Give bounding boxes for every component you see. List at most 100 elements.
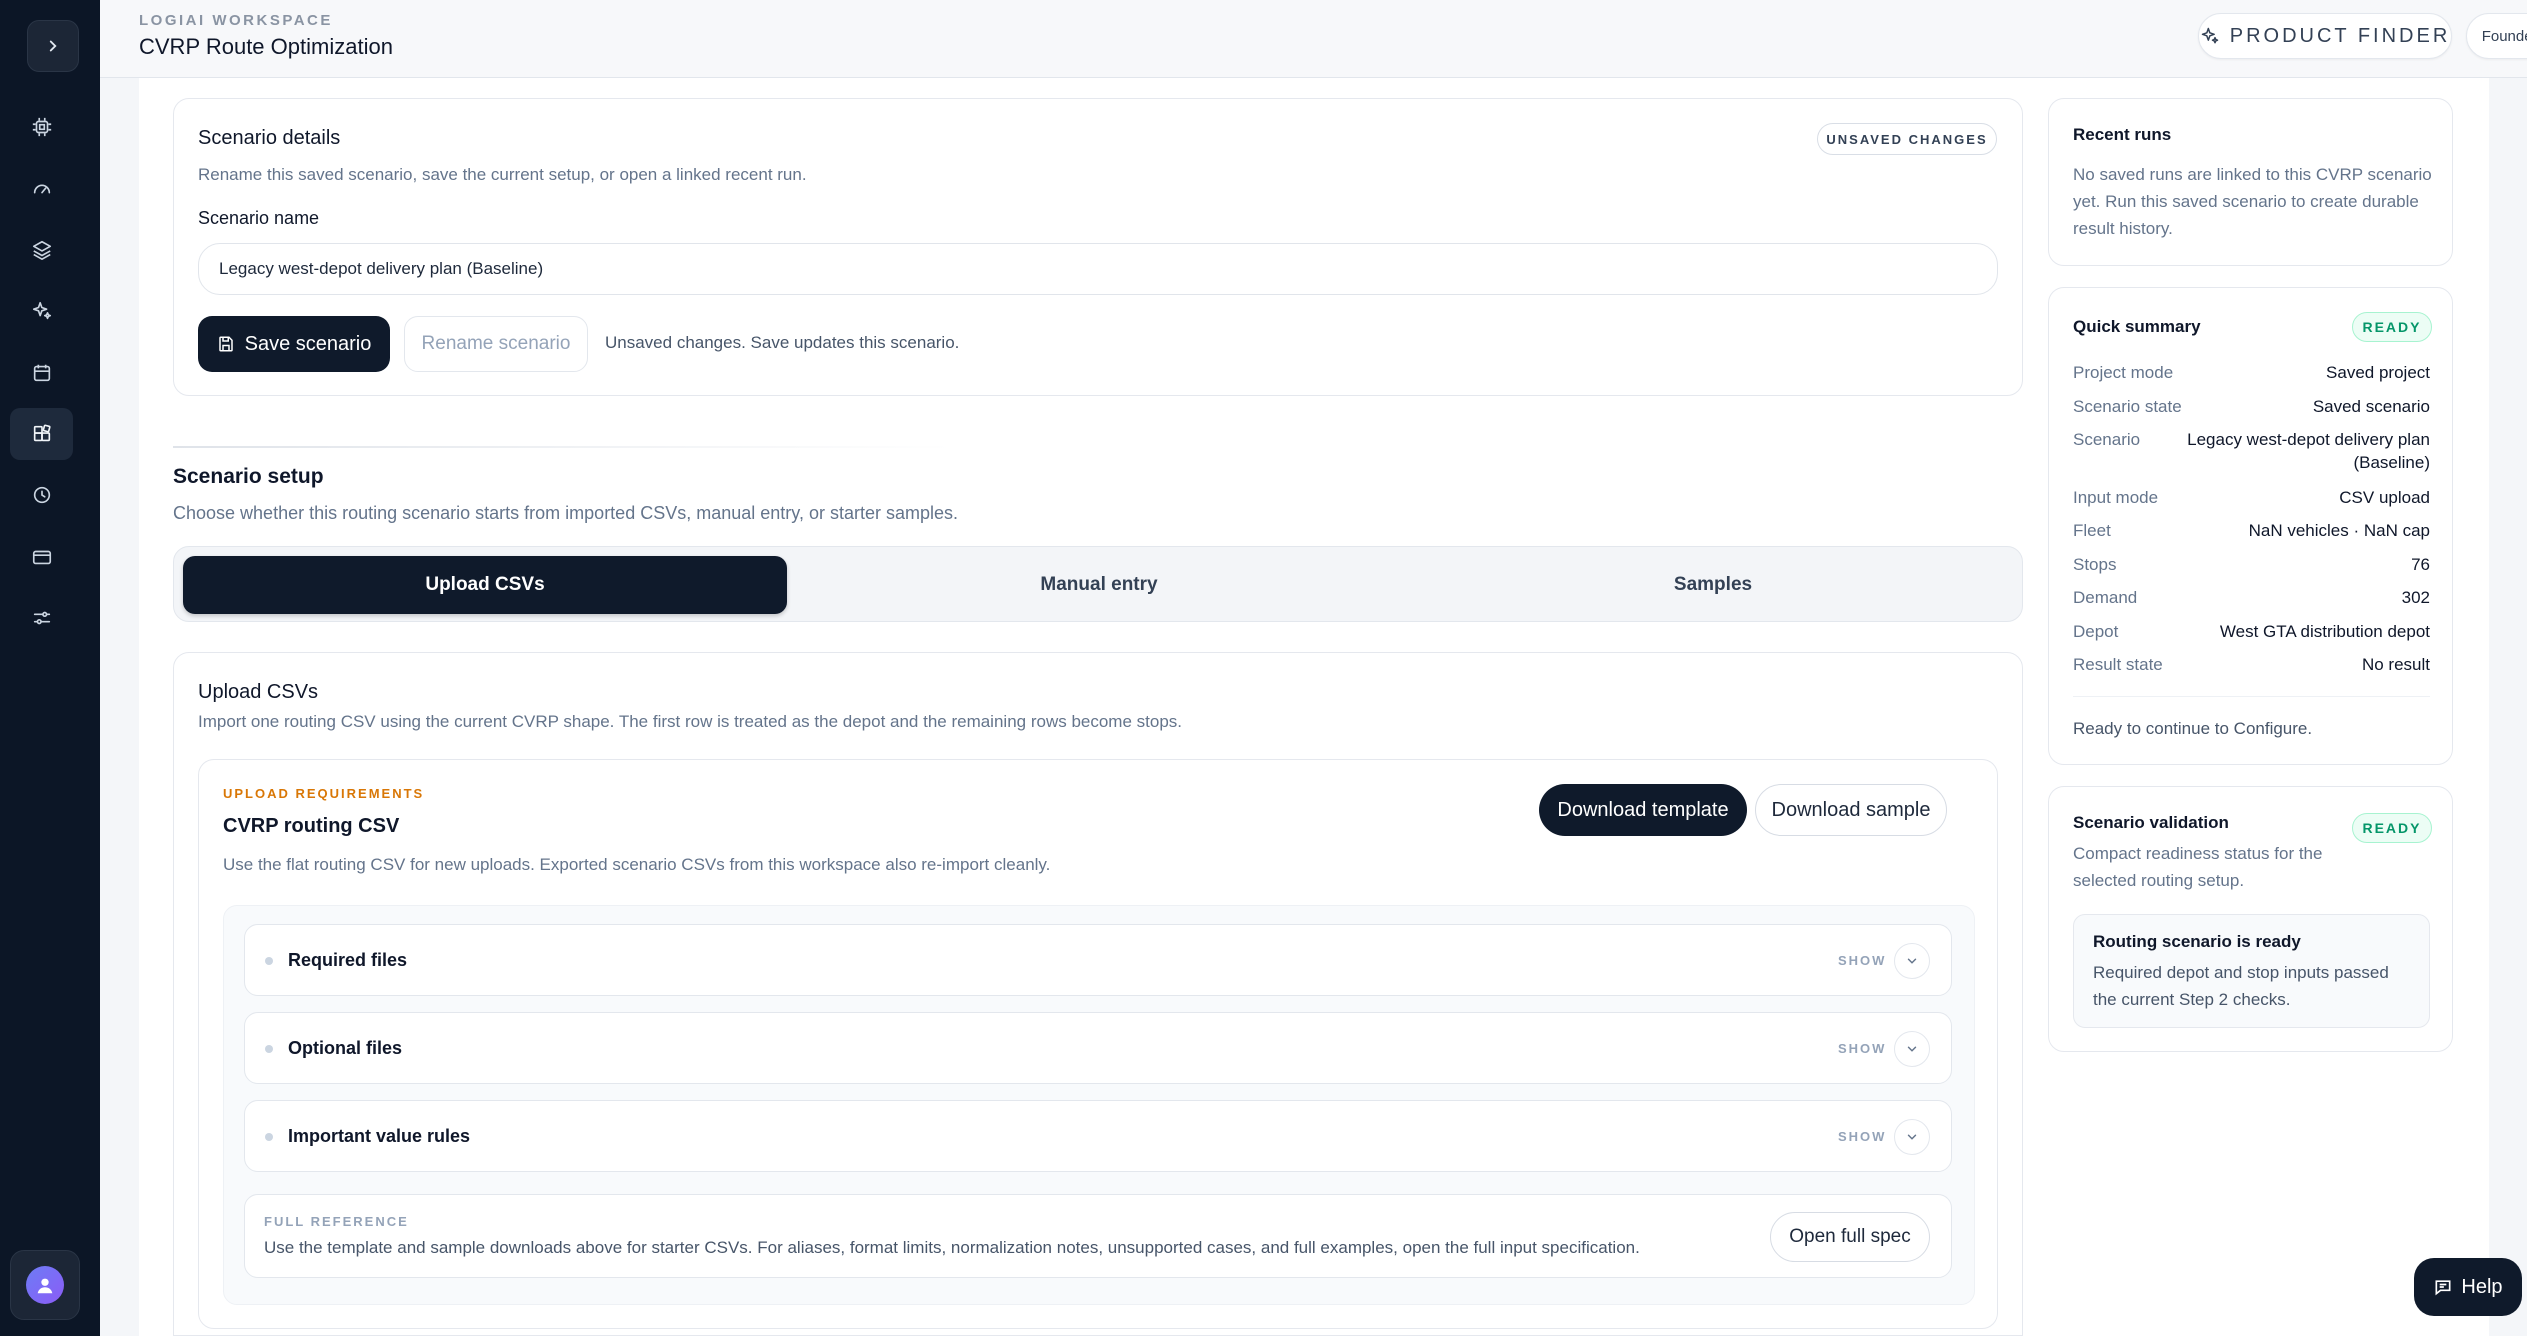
- validation-description-line2: selected routing setup.: [2073, 871, 2245, 890]
- quick-summary-title: Quick summary: [2073, 317, 2201, 336]
- sidebar-item-calendar[interactable]: [10, 347, 73, 399]
- tab-manual-entry[interactable]: Manual entry: [797, 556, 1401, 614]
- tab-samples[interactable]: Samples: [1411, 556, 2015, 614]
- account-button[interactable]: Founder account: [2466, 13, 2527, 59]
- summary-key: Project mode: [2073, 363, 2174, 382]
- summary-value: West GTA distribution depot: [2219, 622, 2430, 641]
- summary-value-cont: (Baseline): [2353, 453, 2430, 472]
- gear-chart-icon: [33, 486, 50, 504]
- summary-key: Demand: [2073, 588, 2138, 607]
- summary-value: CSV upload: [2339, 488, 2430, 507]
- summary-key: Scenario state: [2073, 397, 2182, 416]
- product-finder-button[interactable]: PRODUCT FINDER: [2198, 13, 2452, 59]
- summary-value: Legacy west-depot delivery plan: [2187, 430, 2430, 449]
- validation-status-line1: Required depot and stop inputs passed: [2093, 963, 2389, 982]
- summary-key: Depot: [2073, 622, 2119, 641]
- cpu-icon: [32, 117, 51, 137]
- scenario-details-title: Scenario details: [198, 127, 341, 149]
- scenario-name-label: Scenario name: [198, 208, 320, 228]
- upload-requirements-eyebrow: UPLOAD REQUIREMENTS: [223, 786, 425, 801]
- accordion-value-rules[interactable]: Important value rules SHOW: [244, 1100, 1952, 1172]
- layers-icon: [32, 240, 51, 260]
- summary-value: No result: [2361, 655, 2430, 674]
- recent-runs-text: No saved runs are linked to this CVRP sc…: [2073, 165, 2432, 238]
- sidebar-item-cpu[interactable]: [10, 101, 73, 153]
- page-title: CVRP Route Optimization: [139, 34, 393, 59]
- scenario-setup-description: Choose whether this routing scenario sta…: [173, 503, 958, 523]
- bullet-dot: [265, 1045, 273, 1053]
- sidebar-item-billing[interactable]: [10, 531, 73, 583]
- summary-footer: Ready to continue to Configure.: [2073, 719, 2313, 738]
- accordion-expand-button[interactable]: [1894, 1119, 1930, 1155]
- help-button[interactable]: Help: [2414, 1258, 2522, 1316]
- summary-key: Scenario: [2073, 430, 2141, 449]
- rename-scenario-button[interactable]: Rename scenario: [404, 316, 588, 372]
- accordion-expand-button[interactable]: [1894, 943, 1930, 979]
- scenario-details-card: Scenario details UNSAVED CHANGES Rename …: [173, 98, 2023, 396]
- quick-summary-card: Quick summary READY Project mode Saved pr…: [2048, 287, 2453, 765]
- accordion-expand-button[interactable]: [1894, 1031, 1930, 1067]
- summary-value: 302: [2401, 588, 2430, 607]
- input-mode-tabs: Upload CSVs Manual entry Samples: [173, 546, 2023, 622]
- accordion-label: Important value rules: [288, 1126, 471, 1146]
- top-header: LOGIAI WORKSPACE CVRP Route Optimization…: [100, 0, 2527, 78]
- gauge-icon: [33, 184, 50, 194]
- accordion-toggle-text[interactable]: SHOW: [1838, 1129, 1886, 1144]
- user-icon: [37, 1278, 53, 1294]
- bullet-dot: [265, 957, 273, 965]
- accordion-required-files[interactable]: Required files SHOW: [244, 924, 1952, 996]
- sidebar-item-ai[interactable]: [10, 285, 73, 337]
- scenario-validation-card: Scenario validation READY Compact readin…: [2048, 786, 2453, 1052]
- recent-runs-card: Recent runs No saved runs are linked to …: [2048, 98, 2453, 266]
- summary-value: 76: [2411, 555, 2430, 574]
- bullet-dot: [265, 1133, 273, 1141]
- sliders-icon: [33, 611, 50, 625]
- accordion-toggle-text[interactable]: SHOW: [1838, 1041, 1886, 1056]
- sidebar-item-layers[interactable]: [10, 224, 73, 276]
- chevron-right-icon: [49, 40, 57, 52]
- summary-key: Stops: [2073, 555, 2117, 574]
- full-reference-box: FULL REFERENCE Use the template and samp…: [244, 1194, 1952, 1278]
- section-divider: [173, 446, 953, 448]
- sidebar-item-routing[interactable]: [10, 408, 73, 460]
- download-template-button[interactable]: Download template: [1539, 784, 1747, 836]
- chevron-down-icon: [1907, 958, 1917, 964]
- download-sample-button[interactable]: Download sample: [1755, 784, 1947, 836]
- blocks-icon: [33, 424, 51, 442]
- scenario-setup-title: Scenario setup: [173, 465, 324, 488]
- help-label: Help: [2461, 1275, 2503, 1298]
- status-badge: READY: [2352, 813, 2432, 843]
- summary-key: Result state: [2073, 655, 2163, 674]
- sidebar-item-settings[interactable]: [10, 592, 73, 644]
- sidebar-item-analytics[interactable]: [10, 469, 73, 521]
- open-full-spec-button[interactable]: Open full spec: [1770, 1212, 1930, 1262]
- save-scenario-button[interactable]: Save scenario: [198, 316, 390, 372]
- tab-upload-csvs[interactable]: Upload CSVs: [183, 556, 787, 614]
- sidebar-expand-button[interactable]: [27, 20, 79, 72]
- validation-status-line2: the current Step 2 checks.: [2093, 990, 2291, 1009]
- calendar-icon: [33, 364, 50, 382]
- validation-status-title: Routing scenario is ready: [2093, 932, 2301, 951]
- full-reference-eyebrow: FULL REFERENCE: [264, 1214, 409, 1229]
- card-icon: [32, 550, 51, 565]
- unsaved-changes-badge: UNSAVED CHANGES: [1817, 123, 1997, 155]
- validation-description-line1: Compact readiness status for the: [2073, 844, 2323, 863]
- avatar: [26, 1266, 64, 1304]
- summary-key: Input mode: [2073, 488, 2159, 507]
- sparkles-icon: [2201, 27, 2218, 44]
- summary-key: Fleet: [2073, 521, 2111, 540]
- accordion-toggle-text[interactable]: SHOW: [1838, 953, 1886, 968]
- summary-value: Saved project: [2326, 363, 2430, 382]
- chevron-down-icon: [1907, 1046, 1917, 1052]
- save-scenario-label: Save scenario: [244, 332, 372, 355]
- summary-divider: [2073, 696, 2430, 697]
- scenario-name-input[interactable]: Legacy west-depot delivery plan (Baselin…: [198, 243, 1998, 295]
- accordion-optional-files[interactable]: Optional files SHOW: [244, 1012, 1952, 1084]
- sparkles-icon: [32, 301, 51, 320]
- sidebar-item-dashboard[interactable]: [10, 163, 73, 215]
- user-avatar-button[interactable]: [10, 1250, 80, 1320]
- validation-title: Scenario validation: [2073, 813, 2229, 832]
- sidebar: [0, 0, 100, 1336]
- summary-row: Scenario Legacy west-depot delivery plan…: [2073, 430, 2430, 478]
- chat-icon: [2435, 1280, 2451, 1296]
